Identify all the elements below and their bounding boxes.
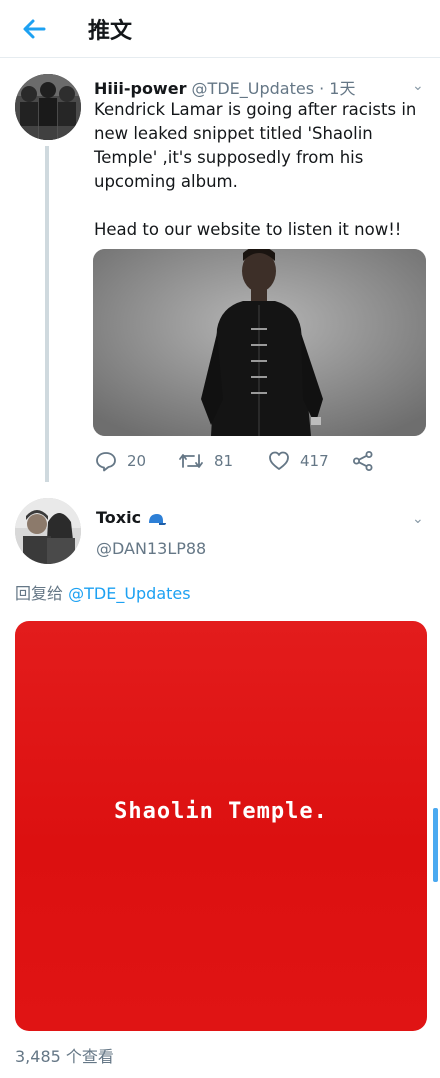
chevron-down-icon[interactable]: ⌄ — [412, 511, 424, 527]
display-name[interactable]: Hiii-power — [94, 79, 186, 98]
thread-line — [45, 146, 49, 482]
mention-link[interactable]: @TDE_Updates — [68, 584, 190, 603]
reply-author-row: Toxic — [96, 508, 167, 527]
reply-icon — [96, 452, 116, 472]
avatar-photo — [15, 74, 81, 140]
back-arrow-icon — [23, 19, 46, 39]
reply-action[interactable]: 20 — [95, 448, 146, 474]
avatar[interactable] — [15, 498, 81, 564]
tweet-header: Hiii-power @TDE_Updates · 1天 — [94, 75, 355, 99]
photo-image — [93, 249, 426, 436]
display-name[interactable]: Toxic — [96, 508, 141, 527]
like-action[interactable]: 417 — [268, 448, 329, 474]
back-button[interactable] — [20, 15, 50, 43]
page-title: 推文 — [88, 19, 133, 44]
avatar-photo — [15, 498, 81, 564]
reply-prefix: 回复给 — [15, 584, 64, 603]
retweet-count: 81 — [214, 452, 234, 470]
reply-context: 回复给 @TDE_Updates — [15, 580, 191, 604]
view-count: 3,485 个查看 — [15, 1047, 114, 1066]
retweet-action[interactable]: 81 — [178, 448, 233, 474]
chevron-down-icon[interactable]: ⌄ — [412, 78, 424, 94]
cap-emoji-icon — [148, 513, 166, 525]
handle-and-time: @TDE_Updates · 1天 — [191, 79, 356, 98]
tweet-photo[interactable] — [93, 249, 426, 436]
share-icon — [353, 451, 373, 471]
tweet-text: Kendrick Lamar is going after racists in… — [94, 100, 417, 239]
avatar[interactable] — [15, 74, 81, 140]
scrollbar-thumb[interactable] — [433, 808, 438, 882]
retweet-icon — [179, 454, 203, 468]
reply-count: 20 — [127, 452, 147, 470]
heart-icon — [269, 451, 289, 470]
reply-handle: @DAN13LP88 — [96, 539, 207, 558]
like-count: 417 — [300, 452, 329, 470]
reply-image[interactable]: Shaolin Temple. — [15, 621, 427, 1031]
image-caption-text: Shaolin Temple. — [114, 799, 328, 824]
share-action[interactable] — [352, 448, 374, 474]
top-bar: 推文 — [0, 0, 440, 58]
